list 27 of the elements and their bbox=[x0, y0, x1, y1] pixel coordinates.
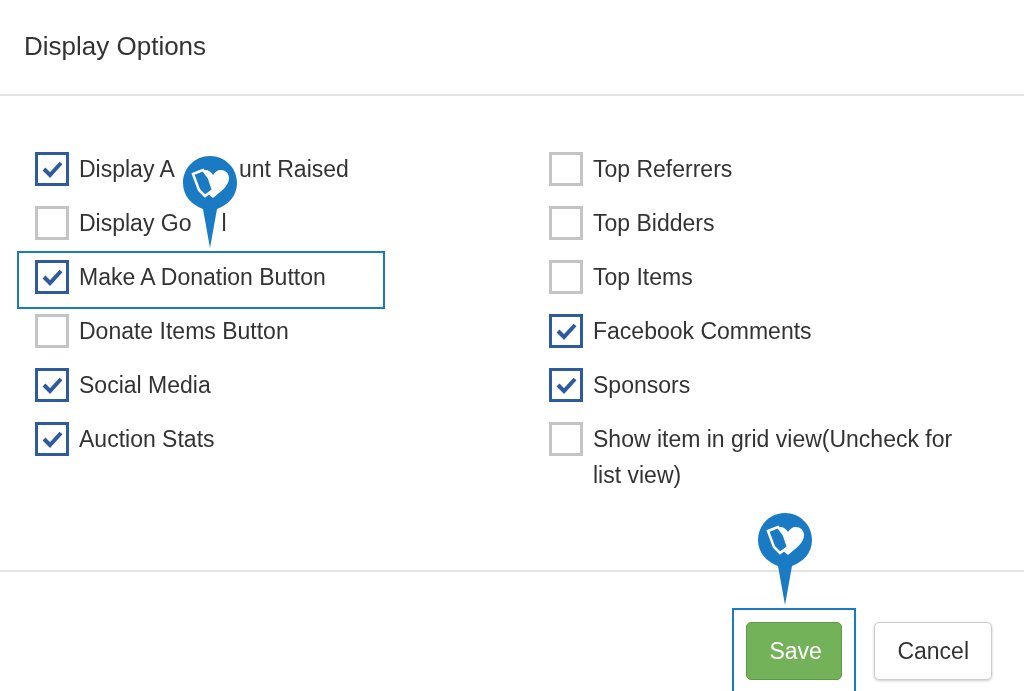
checkbox[interactable] bbox=[35, 206, 69, 240]
option-label: Auction Stats bbox=[79, 425, 215, 454]
checkbox[interactable] bbox=[549, 422, 583, 456]
checkbox[interactable] bbox=[35, 368, 69, 402]
checkbox[interactable] bbox=[549, 206, 583, 240]
checkbox[interactable] bbox=[35, 314, 69, 348]
option-label: Display Go l bbox=[79, 209, 227, 238]
checkbox[interactable] bbox=[549, 152, 583, 186]
option-label: Make A Donation Button bbox=[79, 263, 326, 292]
checkbox[interactable] bbox=[35, 422, 69, 456]
dialog-title: Display Options bbox=[24, 30, 207, 62]
option-label: Donate Items Button bbox=[79, 317, 289, 346]
checkbox[interactable] bbox=[35, 260, 69, 294]
checkbox[interactable] bbox=[35, 152, 69, 186]
checkbox[interactable] bbox=[549, 260, 583, 294]
option-label: Social Media bbox=[79, 371, 211, 400]
heart-pin-icon bbox=[758, 513, 813, 605]
option-label: Top Bidders bbox=[593, 209, 715, 238]
cancel-button[interactable]: Cancel bbox=[874, 622, 992, 680]
option-label: Sponsors bbox=[593, 371, 691, 400]
checkbox[interactable] bbox=[549, 314, 583, 348]
option-label: Top Items bbox=[593, 263, 693, 292]
option-label: Display A unt Raised bbox=[79, 155, 349, 184]
option-label: Top Referrers bbox=[593, 155, 733, 184]
option-label: Facebook Comments bbox=[593, 317, 812, 346]
checkbox[interactable] bbox=[549, 368, 583, 402]
option-label: Show item in grid view(Uncheck for list view) bbox=[593, 425, 954, 490]
